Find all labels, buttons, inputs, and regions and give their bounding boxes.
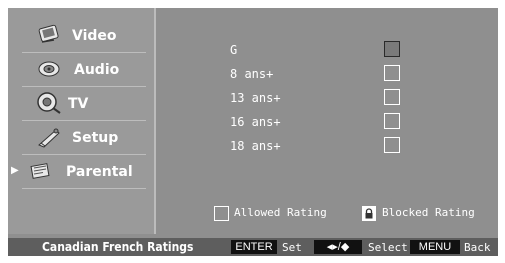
sidebar-item-parental[interactable]: ▶ Parental — [8, 156, 154, 188]
rating-checkbox[interactable] — [384, 137, 400, 153]
menu-divider — [22, 86, 146, 87]
sidebar-item-label: Video — [72, 28, 117, 44]
rating-label: 18 ans+ — [230, 139, 281, 153]
sidebar-item-label: Audio — [74, 62, 120, 78]
rating-row-8[interactable]: 8 ans+ — [230, 65, 430, 85]
menu-key-button[interactable]: MENU — [410, 240, 460, 254]
video-icon — [36, 23, 62, 47]
rating-row-18[interactable]: 18 ans+ — [230, 137, 430, 157]
menu-divider — [22, 188, 146, 189]
sidebar-item-label: TV — [68, 96, 89, 112]
sidebar-item-tv[interactable]: TV — [8, 88, 154, 120]
sidebar-item-video[interactable]: Video — [8, 20, 154, 52]
rating-row-13[interactable]: 13 ans+ — [230, 89, 430, 109]
menu-divider — [22, 52, 146, 53]
panel-divider — [154, 8, 156, 234]
rating-label: G — [230, 43, 238, 57]
rating-label: 13 ans+ — [230, 91, 281, 105]
rating-row-g[interactable]: G — [230, 41, 430, 61]
page-title: Canadian French Ratings — [42, 240, 194, 254]
rating-row-16[interactable]: 16 ans+ — [230, 113, 430, 133]
sidebar-item-label: Parental — [66, 164, 133, 180]
selected-arrow-icon: ▶ — [11, 165, 19, 176]
menu-divider — [22, 154, 146, 155]
legend-allowed-label: Allowed Rating — [234, 206, 327, 219]
menu-divider — [22, 120, 146, 121]
back-hint: Back — [464, 241, 491, 254]
lock-icon — [362, 206, 376, 221]
enter-key-button[interactable]: ENTER — [231, 240, 277, 254]
audio-icon — [36, 57, 62, 81]
rating-checkbox[interactable] — [384, 89, 400, 105]
sidebar-menu: Video Audio TV Setup ▶ Parental — [8, 8, 154, 234]
rating-label: 8 ans+ — [230, 67, 274, 81]
parental-icon — [28, 159, 54, 183]
allowed-box-icon — [214, 206, 229, 221]
parental-menu-screen: Video Audio TV Setup ▶ Parental G 8 ans+… — [8, 8, 498, 256]
enter-hint: Set — [282, 241, 302, 254]
setup-icon — [36, 125, 62, 149]
sidebar-item-label: Setup — [72, 130, 119, 146]
select-hint: Select — [368, 241, 408, 254]
rating-label: 16 ans+ — [230, 115, 281, 129]
navigate-key-button[interactable]: ◂▸/◆ — [314, 240, 362, 254]
rating-checkbox[interactable] — [384, 41, 400, 57]
footer-bar: Canadian French Ratings ENTER Set ◂▸/◆ S… — [8, 238, 498, 256]
sidebar-item-setup[interactable]: Setup — [8, 122, 154, 154]
rating-checkbox[interactable] — [384, 113, 400, 129]
sidebar-item-audio[interactable]: Audio — [8, 54, 154, 86]
tv-icon — [36, 91, 62, 115]
legend-blocked-label: Blocked Rating — [382, 206, 475, 219]
rating-checkbox[interactable] — [384, 65, 400, 81]
